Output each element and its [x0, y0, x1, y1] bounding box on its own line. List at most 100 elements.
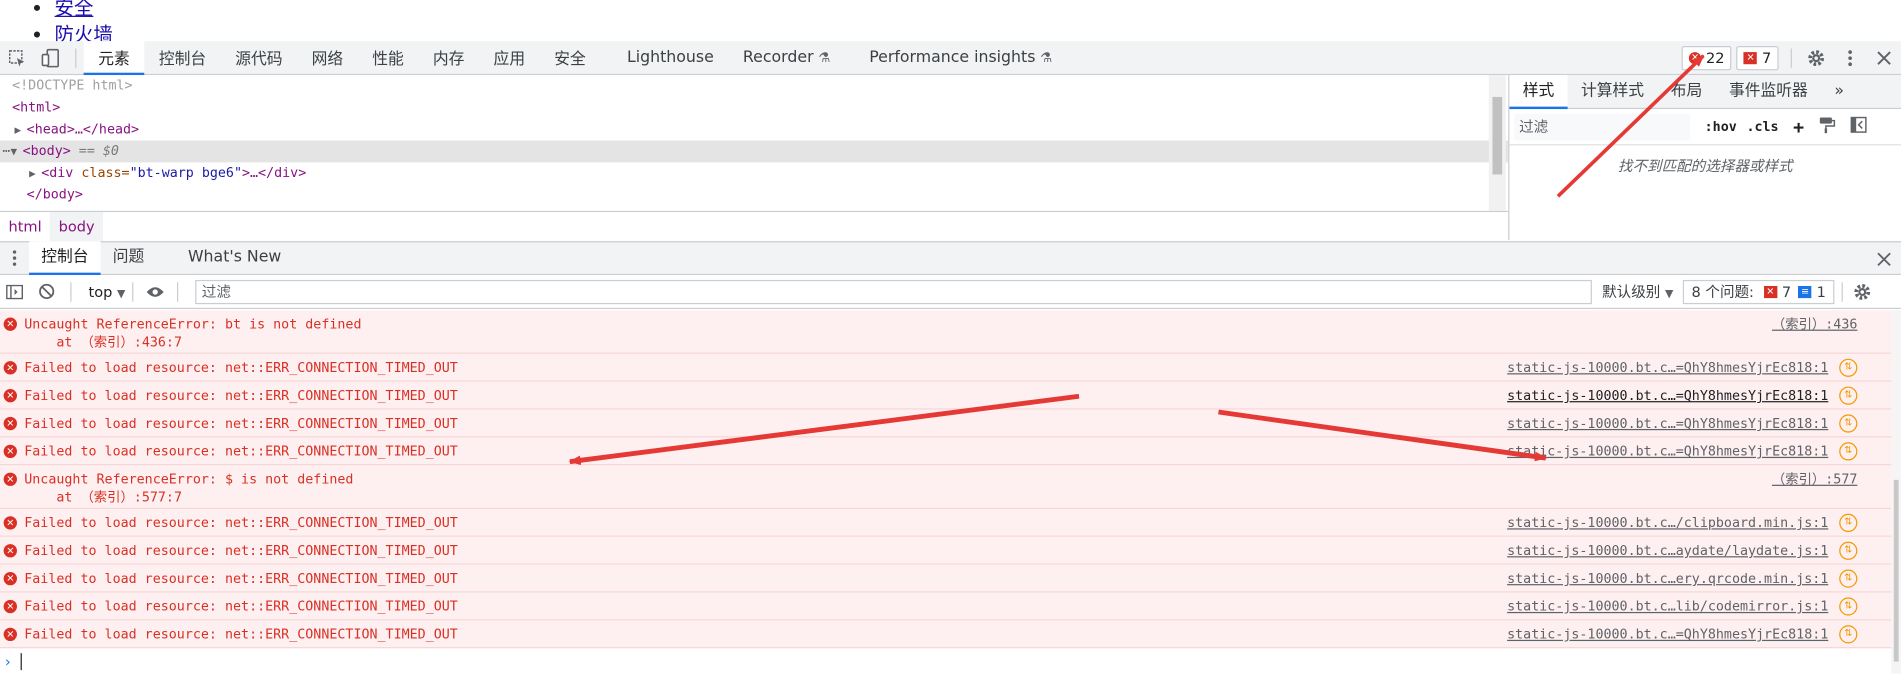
network-request-icon[interactable]: ⇅ — [1839, 386, 1858, 405]
console-message-error[interactable]: ✕ Uncaught ReferenceError: $ is not defi… — [0, 465, 1892, 509]
message-source-link[interactable]: static-js-10000.bt.c…ery.qrcode.min.js:1 — [1507, 570, 1828, 588]
tab-performance-insights[interactable]: Performance insights ⚗ — [855, 41, 1067, 75]
tab-memory[interactable]: 内存 — [418, 41, 479, 75]
tab-event-listeners[interactable]: 事件监听器 — [1716, 75, 1821, 109]
message-source-link[interactable]: static-js-10000.bt.c…lib/codemirror.js:1 — [1507, 597, 1828, 615]
console-message-error[interactable]: ✕ Failed to load resource: net::ERR_CONN… — [0, 536, 1892, 565]
console-scrollbar[interactable] — [1891, 310, 1901, 674]
network-request-icon[interactable]: ⇅ — [1839, 442, 1858, 461]
issues-counter-button[interactable]: 8 个问题: ✕ 7 ≡ 1 — [1683, 279, 1835, 304]
drawer-tab-issues[interactable]: 问题 — [101, 241, 157, 275]
network-request-icon[interactable]: ⇅ — [1839, 541, 1858, 560]
toggle-sidebar-icon[interactable] — [1850, 116, 1867, 137]
expand-triangle-icon[interactable]: ▶ — [29, 164, 41, 186]
breadcrumb-body[interactable]: body — [50, 211, 104, 241]
tab-performance[interactable]: 性能 — [358, 41, 419, 75]
dom-scrollbar-thumb[interactable] — [1492, 96, 1503, 175]
network-request-icon[interactable]: ⇅ — [1839, 569, 1858, 588]
dom-scrollbar[interactable] — [1488, 75, 1506, 211]
tab-application[interactable]: 应用 — [479, 41, 540, 75]
message-source-link[interactable]: （索引）:436 — [1772, 315, 1857, 333]
console-message-error[interactable]: ✕ Failed to load resource: net::ERR_CONN… — [0, 381, 1892, 410]
console-message-error[interactable]: ✕ Failed to load resource: net::ERR_CONN… — [0, 620, 1892, 649]
network-request-icon[interactable]: ⇅ — [1839, 625, 1858, 644]
message-source-link[interactable]: static-js-10000.bt.c…aydate/laydate.js:1 — [1507, 542, 1828, 560]
tab-sources[interactable]: 源代码 — [221, 41, 297, 75]
tab-computed[interactable]: 计算样式 — [1568, 75, 1658, 109]
expand-triangle-icon[interactable]: ▶ — [15, 120, 27, 142]
console-scrollbar-thumb[interactable] — [1893, 479, 1899, 662]
error-counter[interactable]: ✕ 22 — [1681, 46, 1732, 71]
dom-node-html[interactable]: <html> — [0, 97, 1508, 119]
collapse-triangle-icon[interactable]: ▼ — [10, 142, 22, 164]
close-drawer-icon[interactable] — [1867, 242, 1901, 276]
tab-elements[interactable]: 元素 — [83, 40, 145, 75]
device-toolbar-icon[interactable] — [34, 41, 68, 75]
dom-node-doctype[interactable]: <!DOCTYPE html> — [0, 75, 1508, 97]
node-menu-dots-icon[interactable]: ⋯ — [2, 143, 10, 159]
hover-state-toggle[interactable]: :hov — [1705, 119, 1737, 135]
console-message-error[interactable]: ✕ Failed to load resource: net::ERR_CONN… — [0, 508, 1892, 537]
show-sidebar-icon[interactable] — [0, 274, 29, 308]
console-message-error[interactable]: ✕ Failed to load resource: net::ERR_CONN… — [0, 353, 1892, 382]
settings-gear-icon[interactable] — [1799, 41, 1833, 75]
page-link-security[interactable]: 安全 — [55, 0, 94, 19]
dom-node-body[interactable]: ⋯▼ <body> == $0 — [0, 140, 1509, 164]
issue-counter[interactable]: ✕ 7 — [1736, 46, 1779, 71]
toolbar-divider — [70, 281, 72, 302]
tab-network[interactable]: 网络 — [297, 41, 358, 75]
tab-layout[interactable]: 布局 — [1657, 75, 1715, 109]
network-request-icon[interactable]: ⇅ — [1839, 358, 1858, 377]
message-source-link[interactable]: （索引）:577 — [1772, 470, 1857, 488]
div-open-tag: <div — [41, 164, 82, 181]
console-message-error[interactable]: ✕ Failed to load resource: net::ERR_CONN… — [0, 564, 1892, 593]
dom-node-head[interactable]: ▶ <head>…</head> — [0, 119, 1508, 141]
drawer-tab-whats-new[interactable]: What's New — [176, 241, 294, 275]
console-message-error[interactable]: ✕ Failed to load resource: net::ERR_CONN… — [0, 409, 1892, 438]
network-request-icon[interactable]: ⇅ — [1839, 513, 1858, 532]
network-request-icon[interactable]: ⇅ — [1839, 597, 1858, 616]
tab-console[interactable]: 控制台 — [144, 41, 220, 75]
tab-performance-insights-label: Performance insights — [869, 48, 1036, 67]
console-settings-gear-icon[interactable] — [1850, 274, 1874, 308]
console-message-error[interactable]: ✕ Failed to load resource: net::ERR_CONN… — [0, 592, 1892, 621]
page-link-firewall[interactable]: 防火墙 — [55, 23, 113, 41]
live-expression-eye-icon[interactable] — [141, 274, 170, 308]
message-source-link[interactable]: static-js-10000.bt.c…=QhY8hmesYjrEc818:1 — [1507, 625, 1828, 643]
tab-security[interactable]: 安全 — [540, 41, 601, 75]
tab-styles[interactable]: 样式 — [1509, 74, 1568, 109]
inspect-element-icon[interactable] — [0, 41, 34, 75]
close-devtools-icon[interactable] — [1867, 41, 1901, 75]
drawer-menu-icon[interactable] — [0, 241, 29, 275]
context-selector-value: top — [88, 282, 113, 300]
message-source-link[interactable]: static-js-10000.bt.c…=QhY8hmesYjrEc818:1 — [1507, 359, 1828, 377]
stack-line[interactable]: at （索引）:577:7 — [24, 490, 182, 506]
page-nav-item: 安全 — [55, 0, 113, 22]
console-message-error[interactable]: ✕ Failed to load resource: net::ERR_CONN… — [0, 437, 1892, 466]
message-source-link[interactable]: static-js-10000.bt.c…=QhY8hmesYjrEc818:1 — [1507, 442, 1828, 460]
console-message-error[interactable]: ✕ Uncaught ReferenceError: bt is not def… — [0, 310, 1892, 354]
paint-roller-icon[interactable] — [1819, 116, 1836, 137]
log-levels-dropdown[interactable]: 默认级别 ▼ — [1602, 281, 1673, 302]
message-source-link[interactable]: static-js-10000.bt.c…/clipboard.min.js:1 — [1507, 514, 1828, 532]
clear-console-icon[interactable] — [29, 274, 63, 308]
tab-lighthouse[interactable]: Lighthouse — [612, 41, 728, 75]
more-tabs-chevron-icon[interactable]: » — [1821, 75, 1857, 109]
more-options-icon[interactable] — [1833, 41, 1867, 75]
new-rule-plus-icon[interactable]: + — [1793, 116, 1804, 138]
message-source-link[interactable]: static-js-10000.bt.c…=QhY8hmesYjrEc818:1 — [1507, 387, 1828, 405]
console-prompt[interactable]: › — [0, 650, 1891, 674]
error-icon: ✕ — [3, 444, 17, 459]
tab-recorder[interactable]: Recorder ⚗ — [728, 41, 845, 75]
message-source-link[interactable]: static-js-10000.bt.c…=QhY8hmesYjrEc818:1 — [1507, 414, 1828, 432]
styles-filter-input[interactable]: 过滤 — [1514, 113, 1691, 140]
stack-line[interactable]: at （索引）:436:7 — [24, 334, 182, 350]
class-toggle[interactable]: .cls — [1746, 119, 1778, 135]
breadcrumb-html[interactable]: html — [0, 211, 50, 240]
console-filter-input[interactable]: 过滤 — [195, 279, 1593, 304]
network-request-icon[interactable]: ⇅ — [1839, 414, 1858, 433]
context-selector[interactable]: top ▼ — [89, 283, 126, 300]
drawer-tab-console[interactable]: 控制台 — [29, 241, 101, 276]
dom-node-body-close[interactable]: </body> — [0, 184, 1508, 206]
dom-node-div[interactable]: ▶ <div class="bt-warp bge6">…</div> — [0, 162, 1508, 184]
